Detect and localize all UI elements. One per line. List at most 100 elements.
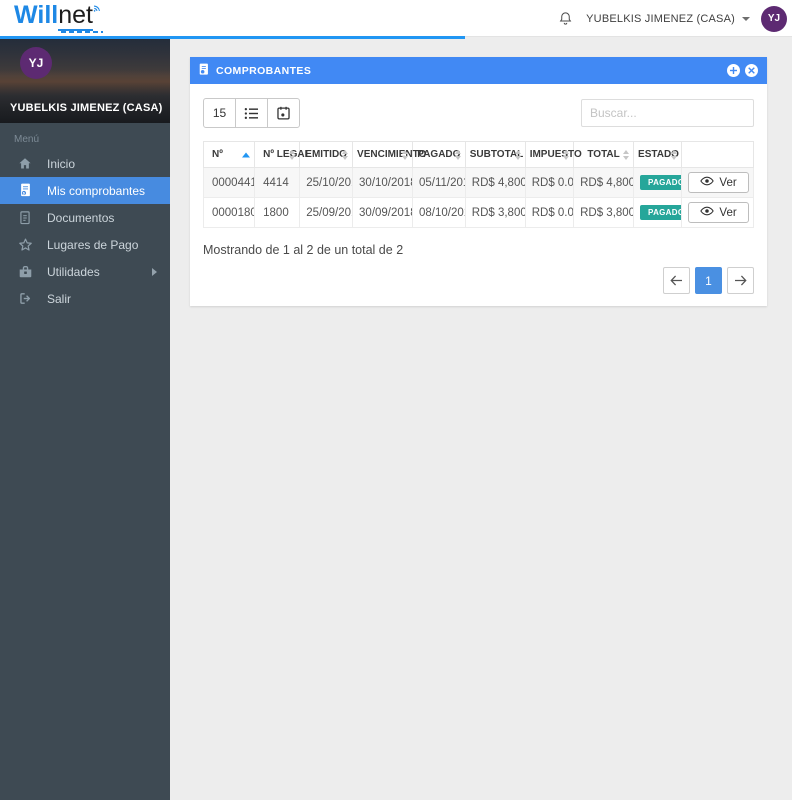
cell-estado: PAGADO — [633, 197, 683, 228]
table-header-row: Nº Nº LEGAL EMITIDO VENCIMIENTO PAGADO S… — [202, 141, 754, 168]
top-header: Willnet YUBELKIS JIMENEZ (CASA) YJ — [0, 0, 792, 37]
profile-avatar[interactable]: YJ — [20, 47, 52, 79]
column-header-total[interactable]: TOTAL — [573, 141, 635, 168]
close-icon[interactable] — [745, 64, 758, 77]
chevron-down-icon — [742, 16, 750, 21]
progress-bar — [0, 36, 465, 39]
sidebar-item-label: Inicio — [47, 156, 76, 171]
column-header-estado[interactable]: ESTADO — [633, 141, 683, 168]
next-page-button[interactable] — [727, 267, 754, 294]
cell-emitido: 25/09/2018 — [299, 197, 354, 228]
logout-icon — [16, 291, 34, 306]
cell-actions: Ver — [681, 167, 754, 198]
sort-icon — [401, 149, 408, 160]
column-header-legal[interactable]: Nº LEGAL — [254, 141, 311, 168]
sidebar-item-label: Utilidades — [47, 264, 100, 279]
comprobantes-panel: COMPROBANTES 15 Buscar... Nº Nº LEGAL EM… — [190, 57, 767, 306]
table-toolbar: 15 — [203, 98, 754, 128]
cell-total: RD$ 3,800.00 — [573, 197, 635, 228]
sidebar-item-mis-comprobantes[interactable]: $ Mis comprobantes — [0, 177, 170, 204]
cell-emitido: 25/10/2018 — [299, 167, 354, 198]
receipt-icon: $ — [16, 182, 34, 199]
ver-button[interactable]: Ver — [688, 172, 749, 193]
search-input[interactable] — [581, 99, 754, 127]
cell-subtotal: RD$ 4,800.00 — [464, 167, 526, 198]
sidebar: YJ YUBELKIS JIMENEZ (CASA) Menú Inicio $… — [0, 37, 170, 800]
comprobantes-table: Nº Nº LEGAL EMITIDO VENCIMIENTO PAGADO S… — [202, 141, 754, 228]
sort-icon — [342, 149, 349, 160]
column-header-pagado[interactable]: PAGADO — [411, 141, 466, 168]
page-size-button[interactable]: 15 — [203, 98, 236, 128]
home-icon — [16, 156, 34, 171]
expand-icon[interactable] — [727, 64, 740, 77]
cell-vencimiento: 30/10/2018 — [352, 167, 413, 198]
profile-name: YUBELKIS JIMENEZ (CASA) — [10, 102, 163, 114]
status-badge: PAGADO — [640, 175, 681, 190]
cell-pagado: 05/11/2018 — [411, 167, 466, 198]
sidebar-profile: YJ YUBELKIS JIMENEZ (CASA) — [0, 37, 170, 123]
column-header-emitido[interactable]: EMITIDO — [299, 141, 354, 168]
bell-icon[interactable] — [556, 8, 575, 29]
sort-icon — [289, 149, 296, 160]
cell-impuesto: RD$ 0.00 — [524, 197, 575, 228]
panel-header: COMPROBANTES — [190, 57, 767, 84]
arrow-left-icon — [670, 275, 682, 286]
column-header-impuesto[interactable]: IMPUESTO — [524, 141, 582, 168]
column-header-numero[interactable]: Nº — [202, 141, 256, 168]
panel-body: 15 Nº Nº LEGAL EMITIDO — [190, 84, 767, 306]
sidebar-item-label: Mis comprobantes — [47, 183, 146, 198]
sort-asc-icon — [242, 152, 251, 157]
panel-receipt-icon — [199, 63, 210, 79]
sidebar-item-label: Lugares de Pago — [47, 237, 139, 252]
sidebar-menu: Inicio $ Mis comprobantes Documentos Lug… — [0, 150, 170, 312]
pagination: 1 — [203, 267, 754, 294]
sidebar-item-inicio[interactable]: Inicio — [0, 150, 170, 177]
sort-icon — [623, 149, 630, 160]
toolbox-icon — [16, 264, 34, 279]
logo-tagline — [61, 31, 103, 33]
column-header-vencimiento[interactable]: VENCIMIENTO — [352, 141, 426, 168]
cell-subtotal: RD$ 3,800.00 — [464, 197, 526, 228]
cell-numero: 00004414 — [202, 167, 256, 198]
logo[interactable]: Willnet — [14, 1, 104, 33]
sidebar-item-salir[interactable]: Salir — [0, 285, 170, 312]
cell-impuesto: RD$ 0.00 — [524, 167, 575, 198]
panel-title: COMPROBANTES — [216, 64, 312, 77]
sort-icon — [563, 149, 570, 160]
column-header-actions — [681, 141, 754, 168]
cell-legal: 4414 — [254, 167, 301, 198]
cell-actions: Ver — [681, 197, 754, 228]
table-summary: Mostrando de 1 al 2 de un total de 2 — [203, 243, 404, 257]
sidebar-item-lugares-de-pago[interactable]: Lugares de Pago — [0, 231, 170, 258]
ver-button[interactable]: Ver — [688, 202, 749, 223]
cell-total: RD$ 4,800.00 — [573, 167, 635, 198]
sort-icon — [454, 149, 461, 160]
list-view-icon[interactable] — [235, 98, 268, 128]
arrow-right-icon — [735, 275, 747, 286]
page-number-button[interactable]: 1 — [695, 267, 722, 294]
sidebar-item-label: Documentos — [47, 210, 115, 225]
sidebar-item-utilidades[interactable]: Utilidades — [0, 258, 170, 285]
chevron-right-icon — [152, 267, 157, 276]
eye-icon — [700, 176, 715, 189]
column-header-subtotal[interactable]: SUBTOTAL — [464, 141, 526, 168]
table-row: 00001800 1800 25/09/2018 30/09/2018 08/1… — [202, 197, 754, 228]
user-menu[interactable]: YUBELKIS JIMENEZ (CASA) — [586, 13, 750, 25]
table-row: 00004414 4414 25/10/2018 30/10/2018 05/1… — [202, 167, 754, 198]
calendar-icon[interactable] — [267, 98, 300, 128]
sort-icon — [671, 149, 678, 160]
eye-icon — [700, 206, 715, 219]
sidebar-item-documentos[interactable]: Documentos — [0, 204, 170, 231]
star-icon — [16, 237, 34, 253]
cell-numero: 00001800 — [202, 197, 256, 228]
cell-estado: PAGADO — [633, 167, 683, 198]
document-icon — [16, 210, 34, 226]
prev-page-button[interactable] — [663, 267, 690, 294]
sidebar-item-label: Salir — [47, 291, 72, 306]
sort-icon — [514, 149, 521, 160]
status-badge: PAGADO — [640, 205, 681, 220]
avatar[interactable]: YJ — [761, 5, 787, 32]
user-name: YUBELKIS JIMENEZ (CASA) — [586, 12, 735, 25]
table-tools: 15 — [203, 98, 300, 128]
menu-section-label: Menú — [14, 134, 40, 145]
